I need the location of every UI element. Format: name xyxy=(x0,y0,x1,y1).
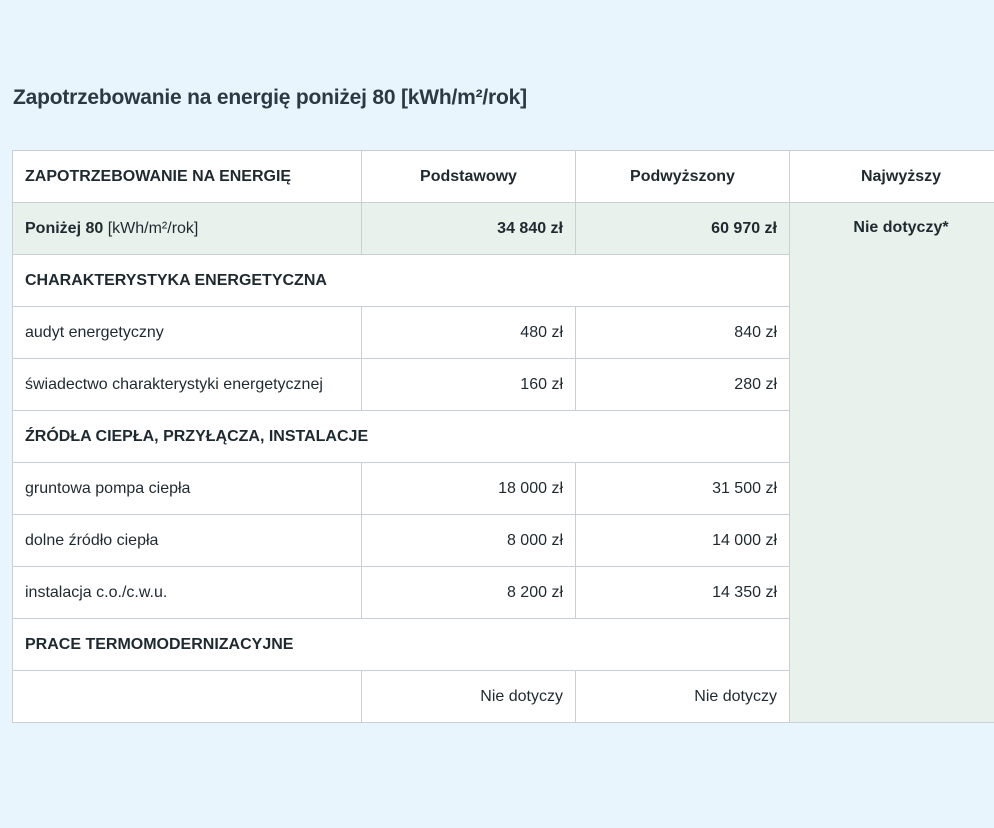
row-raised-value: 14 350 zł xyxy=(575,566,790,619)
row-label: dolne źródło ciepła xyxy=(12,514,362,567)
section-heat-sources: ŹRÓDŁA CIEPŁA, PRZYŁĄCZA, INSTALACJE xyxy=(12,410,790,463)
row-label: audyt energetyczny xyxy=(12,306,362,359)
highest-not-applicable: Nie dotyczy* xyxy=(789,202,994,723)
row-raised-value: 840 zł xyxy=(575,306,790,359)
summary-raised-total: 60 970 zł xyxy=(575,202,790,255)
row-basic-value: 8 200 zł xyxy=(361,566,576,619)
header-energy-demand: ZAPOTRZEBOWANIE NA ENERGIĘ xyxy=(12,150,362,203)
header-raised: Podwyższony xyxy=(575,150,790,203)
funding-table-container: ZAPOTRZEBOWANIE NA ENERGIĘ Podstawowy Po… xyxy=(12,150,994,723)
section-thermomodernization: PRACE TERMOMODERNIZACYJNE xyxy=(12,618,790,671)
row-label xyxy=(12,670,362,723)
summary-label: Poniżej 80 [kWh/m²/rok] xyxy=(12,202,362,255)
funding-table: ZAPOTRZEBOWANIE NA ENERGIĘ Podstawowy Po… xyxy=(12,150,994,723)
header-basic: Podstawowy xyxy=(361,150,576,203)
header-highest: Najwyższy xyxy=(789,150,994,203)
row-basic-value: 18 000 zł xyxy=(361,462,576,515)
row-raised-value: 280 zł xyxy=(575,358,790,411)
section-energy-characteristics: CHARAKTERYSTYKA ENERGETYCZNA xyxy=(12,254,790,307)
summary-label-unit: [kWh/m²/rok] xyxy=(103,219,199,237)
row-label: gruntowa pompa ciepła xyxy=(12,462,362,515)
page-title: Zapotrzebowanie na energię poniżej 80 [k… xyxy=(13,86,527,109)
row-basic-value: Nie dotyczy xyxy=(361,670,576,723)
row-raised-value: 14 000 zł xyxy=(575,514,790,567)
row-label: instalacja c.o./c.w.u. xyxy=(12,566,362,619)
row-basic-value: 8 000 zł xyxy=(361,514,576,567)
summary-basic-total: 34 840 zł xyxy=(361,202,576,255)
row-raised-value: 31 500 zł xyxy=(575,462,790,515)
summary-label-bold: Poniżej 80 xyxy=(25,219,104,237)
row-raised-value: Nie dotyczy xyxy=(575,670,790,723)
summary-row: Poniżej 80 [kWh/m²/rok] 34 840 zł 60 970… xyxy=(12,202,994,723)
row-basic-value: 480 zł xyxy=(361,306,576,359)
row-label: świadectwo charakterystyki energetycznej xyxy=(12,358,362,411)
row-basic-value: 160 zł xyxy=(361,358,576,411)
table-header-row: ZAPOTRZEBOWANIE NA ENERGIĘ Podstawowy Po… xyxy=(12,150,994,203)
